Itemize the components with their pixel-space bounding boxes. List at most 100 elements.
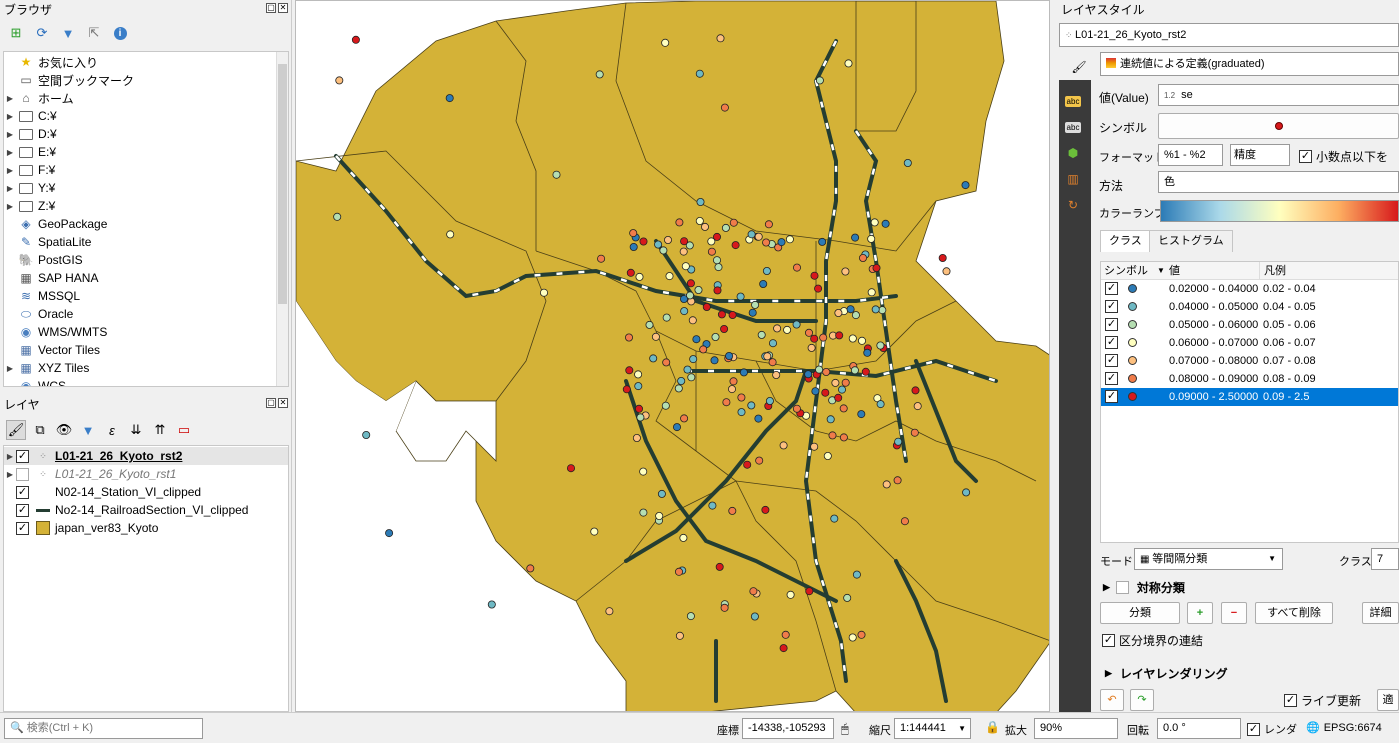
tab-classes[interactable]: クラス	[1100, 230, 1151, 252]
class-legend[interactable]: 0.09 - 2.5	[1263, 388, 1309, 406]
browser-item[interactable]: ▭ 空間ブックマーク	[4, 71, 288, 89]
class-row[interactable]: ✓ 0.09000 - 2.50000 0.09 - 2.5	[1101, 388, 1398, 406]
method-select[interactable]: 色	[1158, 171, 1399, 193]
class-row[interactable]: ✓ 0.02000 - 0.04000 0.02 - 0.04	[1101, 280, 1398, 298]
class-value[interactable]: 0.06000 - 0.07000	[1169, 334, 1258, 352]
style-layer-select[interactable]: ⁘ L01-21_26_Kyoto_rst2	[1059, 23, 1399, 47]
browser-item[interactable]: ▶ ⌂ ホーム	[4, 89, 288, 107]
browser-item[interactable]: ▦ SAP HANA	[4, 269, 288, 287]
class-symbol-dot[interactable]	[1128, 374, 1137, 383]
layer-visibility-checkbox[interactable]: ✓	[16, 449, 29, 463]
add-class-icon[interactable]: +	[1187, 602, 1213, 624]
layer-visibility-checkbox[interactable]	[16, 467, 29, 481]
class-symbol-dot[interactable]	[1128, 392, 1137, 401]
collapse-all-layers-icon[interactable]: ⇈	[150, 420, 170, 440]
class-checkbox[interactable]: ✓	[1105, 336, 1118, 349]
class-value[interactable]: 0.07000 - 0.08000	[1169, 352, 1258, 370]
render-option[interactable]: ✓ レンダ	[1247, 721, 1297, 737]
lock-icon[interactable]: 🔒	[985, 720, 1000, 734]
layer-item[interactable]: ✓ japan_ver83_Kyoto	[4, 519, 288, 537]
class-value[interactable]: 0.04000 - 0.05000	[1169, 298, 1258, 316]
remove-class-icon[interactable]: −	[1221, 602, 1247, 624]
class-checkbox[interactable]: ✓	[1105, 300, 1118, 313]
filter-icon[interactable]: ▼	[58, 23, 78, 43]
expand-arrow-icon[interactable]: ▶	[4, 94, 16, 103]
class-value[interactable]: 0.09000 - 2.50000	[1169, 388, 1258, 406]
symbology-tab-icon[interactable]: 🖌	[1059, 54, 1099, 80]
class-value[interactable]: 0.02000 - 0.04000	[1169, 280, 1258, 298]
3d-view-tab-icon[interactable]: ⬢	[1059, 140, 1087, 166]
browser-item[interactable]: ▶ E:¥	[4, 143, 288, 161]
column-value[interactable]: 値	[1169, 262, 1180, 280]
layer-item[interactable]: ▶ ⁘ L01-21_26_Kyoto_rst1	[4, 465, 288, 483]
diagrams-tab-icon[interactable]: ▥	[1059, 166, 1087, 192]
scale-select[interactable]: 1:144441 ▼	[894, 718, 971, 739]
masks-tab-icon[interactable]: abc	[1059, 114, 1087, 140]
coordinate-input[interactable]: -14338,-105293	[742, 718, 834, 739]
browser-item[interactable]: ▶ Y:¥	[4, 179, 288, 197]
expand-arrow-icon[interactable]: ▶	[4, 470, 16, 479]
class-legend[interactable]: 0.04 - 0.05	[1263, 298, 1316, 316]
filter-legend-icon[interactable]: ▼	[78, 420, 98, 440]
class-symbol-dot[interactable]	[1128, 356, 1137, 365]
precision-spinbox[interactable]: 精度	[1230, 144, 1290, 166]
expand-arrow-icon[interactable]: ▶	[4, 112, 16, 121]
link-boundaries-option[interactable]: ✓ 区分境界の連結	[1102, 632, 1203, 649]
browser-item[interactable]: ⬭ Oracle	[4, 305, 288, 323]
live-update-option[interactable]: ✓ ライブ更新	[1284, 692, 1361, 709]
class-value[interactable]: 0.05000 - 0.06000	[1169, 316, 1258, 334]
layer-visibility-checkbox[interactable]: ✓	[16, 485, 29, 499]
layer-visibility-checkbox[interactable]: ✓	[16, 521, 29, 535]
class-row[interactable]: ✓ 0.05000 - 0.06000 0.05 - 0.06	[1101, 316, 1398, 334]
browser-item[interactable]: ▶ ▦ XYZ Tiles	[4, 359, 288, 377]
apply-button[interactable]: 適	[1377, 689, 1399, 711]
expand-arrow-icon[interactable]: ▶	[4, 148, 16, 157]
class-checkbox[interactable]: ✓	[1105, 372, 1118, 385]
browser-item[interactable]: ▶ D:¥	[4, 125, 288, 143]
info-icon[interactable]: i	[110, 23, 130, 43]
layer-visibility-checkbox[interactable]: ✓	[16, 503, 29, 517]
expand-arrow-icon[interactable]: ▶	[4, 202, 16, 211]
class-row[interactable]: ✓ 0.04000 - 0.05000 0.04 - 0.05	[1101, 298, 1398, 316]
browser-dock-controls[interactable]: ▢ ✕	[266, 3, 288, 13]
browser-item[interactable]: ◈ GeoPackage	[4, 215, 288, 233]
labels-tab-icon[interactable]: abc	[1059, 88, 1087, 114]
class-legend[interactable]: 0.08 - 0.09	[1263, 370, 1316, 388]
remove-layer-icon[interactable]: ▭	[174, 420, 194, 440]
browser-scrollbar[interactable]	[276, 52, 288, 386]
layers-dock-controls[interactable]: ▢ ✕	[266, 398, 288, 408]
class-row[interactable]: ✓ 0.06000 - 0.07000 0.06 - 0.07	[1101, 334, 1398, 352]
link-checkbox[interactable]: ✓	[1102, 634, 1115, 647]
live-update-checkbox[interactable]: ✓	[1284, 694, 1297, 707]
class-checkbox[interactable]: ✓	[1105, 282, 1118, 295]
class-symbol-dot[interactable]	[1128, 338, 1137, 347]
mode-select[interactable]: ▦ 等間隔分類 ▼	[1134, 548, 1283, 570]
expand-all-icon[interactable]: ⇊	[126, 420, 146, 440]
map-canvas[interactable]	[295, 0, 1050, 712]
trim-checkbox[interactable]: ✓	[1299, 150, 1312, 163]
browser-item[interactable]: ▶ C:¥	[4, 107, 288, 125]
class-checkbox[interactable]: ✓	[1105, 318, 1118, 331]
class-checkbox[interactable]: ✓	[1105, 390, 1118, 403]
expression-filter-icon[interactable]: ε	[102, 420, 122, 440]
rotation-input[interactable]: 0.0 °	[1157, 718, 1241, 739]
browser-item[interactable]: ▶ Z:¥	[4, 197, 288, 215]
trim-option[interactable]: ✓ 小数点以下を	[1299, 148, 1388, 165]
class-checkbox[interactable]: ✓	[1105, 354, 1118, 367]
expand-arrow-icon[interactable]: ▶	[4, 364, 16, 373]
tab-histogram[interactable]: ヒストグラム	[1149, 230, 1233, 252]
class-symbol-dot[interactable]	[1128, 284, 1137, 293]
layer-style-icon[interactable]: 🖌	[6, 420, 26, 440]
redo-icon[interactable]: ↷	[1130, 689, 1154, 711]
zoom-input[interactable]: 90%	[1034, 718, 1118, 739]
classes-count-input[interactable]: 7	[1371, 548, 1399, 570]
browser-item[interactable]: ≋ MSSQL	[4, 287, 288, 305]
class-legend[interactable]: 0.05 - 0.06	[1263, 316, 1316, 334]
expand-arrow-icon[interactable]: ▶	[4, 452, 16, 461]
class-legend[interactable]: 0.02 - 0.04	[1263, 280, 1316, 298]
advanced-button[interactable]: 詳細	[1362, 602, 1399, 624]
class-row[interactable]: ✓ 0.08000 - 0.09000 0.08 - 0.09	[1101, 370, 1398, 388]
classify-button[interactable]: 分類	[1100, 602, 1180, 624]
browser-item[interactable]: ▦ Vector Tiles	[4, 341, 288, 359]
undo-icon[interactable]: ↶	[1100, 689, 1124, 711]
